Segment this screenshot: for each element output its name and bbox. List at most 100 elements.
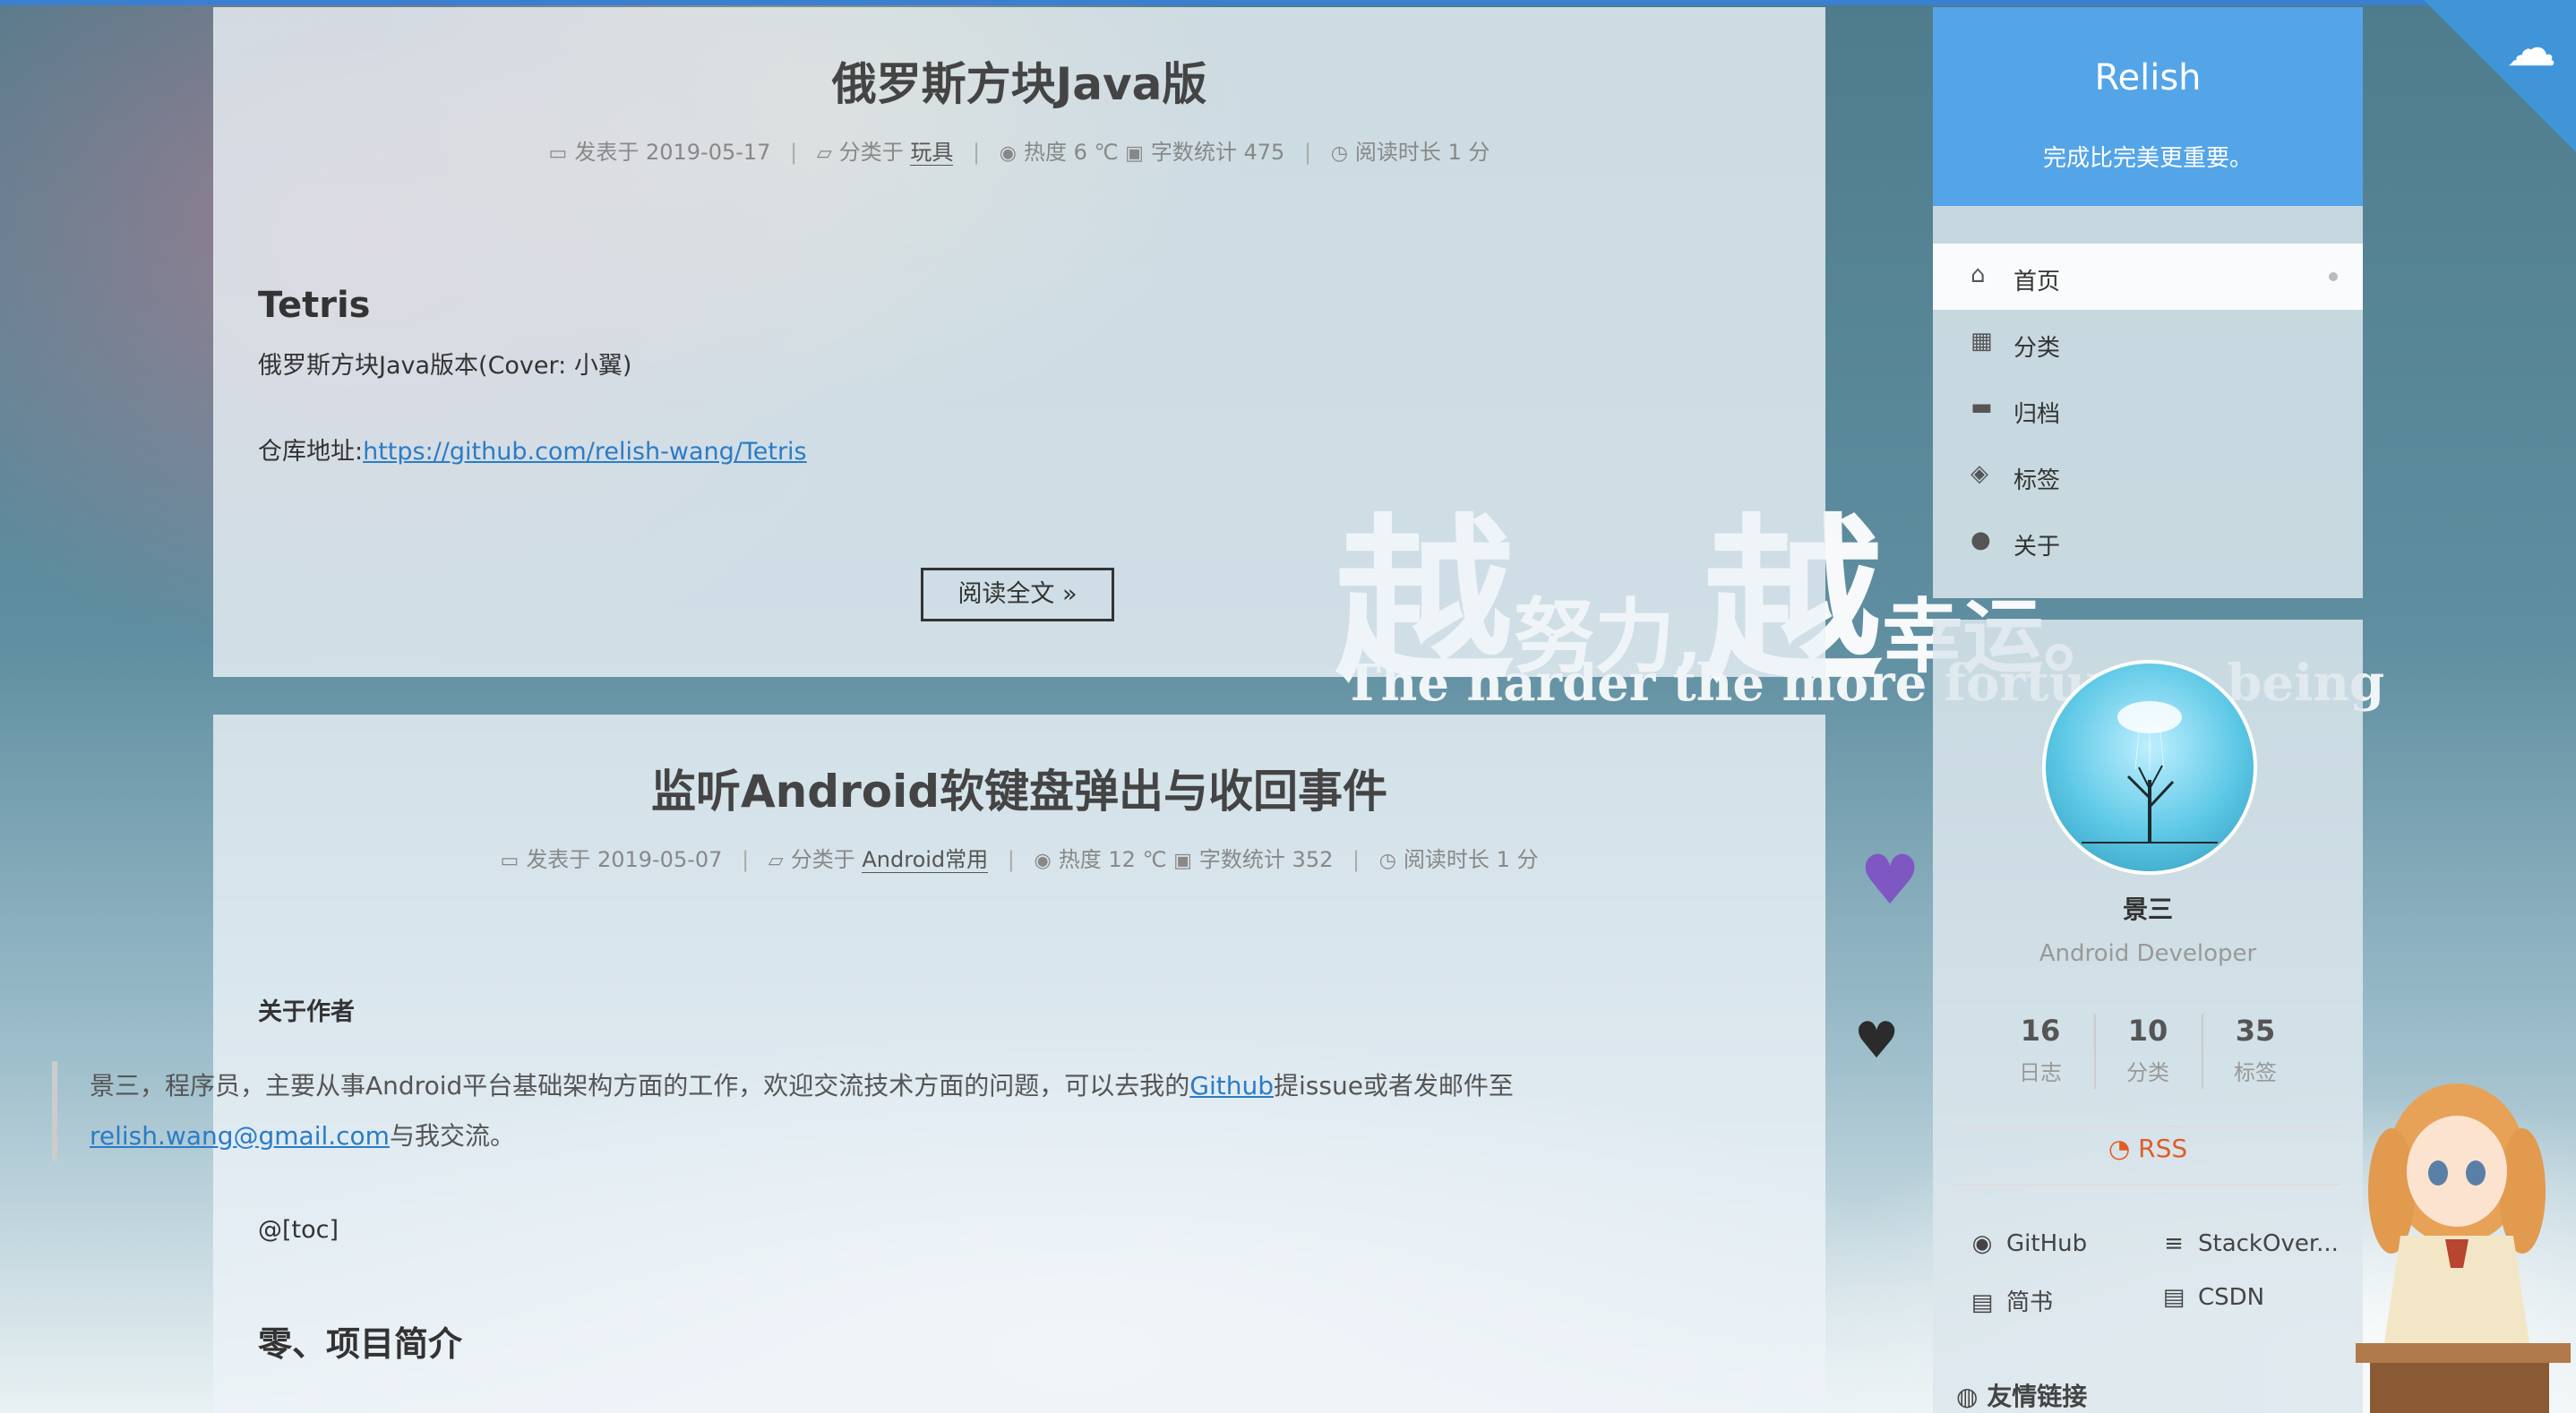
home-icon: ⌂ xyxy=(1971,261,1986,288)
book-icon: ▤ xyxy=(1971,1289,1994,1316)
mascot-girl-image xyxy=(2356,1083,2571,1413)
stat-label: 标签 xyxy=(2234,1060,2277,1085)
stat-number: 16 xyxy=(2020,1014,2061,1048)
menu-label: 标签 xyxy=(2014,467,2061,494)
category-prefix: 分类于 xyxy=(838,140,904,165)
post-heat: 热度 12 ℃ xyxy=(1058,847,1167,872)
menu-item-archives[interactable]: ▬ 归档 xyxy=(1933,376,2363,442)
stat-categories[interactable]: 10 分类 xyxy=(2094,1014,2202,1086)
site-brand[interactable]: Relish xyxy=(1933,57,2363,98)
globe-icon: ◍ xyxy=(1956,1382,1979,1411)
section-title: 零、项目简介 xyxy=(258,1324,463,1364)
clock-icon: ◷ xyxy=(1378,850,1396,872)
menu-item-tags[interactable]: ◈ 标签 xyxy=(1933,442,2363,509)
stat-number: 35 xyxy=(2235,1014,2276,1048)
author-name: 景三 xyxy=(2122,895,2173,924)
folder-icon: ▱ xyxy=(768,850,784,872)
menu-label: 分类 xyxy=(2014,335,2061,362)
avatar xyxy=(2042,660,2257,875)
octocat-icon[interactable]: ☁ xyxy=(2506,20,2556,78)
rss-label: RSS xyxy=(2138,1134,2188,1163)
grid-icon: ▦ xyxy=(1971,328,1993,355)
post-readtime: 阅读时长 1 分 xyxy=(1403,847,1539,872)
stat-posts[interactable]: 16 日志 xyxy=(1987,1014,2094,1086)
about-author-heading: 关于作者 xyxy=(258,998,355,1026)
rss-link[interactable]: ◔ RSS xyxy=(1933,1134,2363,1163)
clock-icon: ◷ xyxy=(1330,142,1348,165)
social-label: StackOver... xyxy=(2198,1230,2339,1257)
post-title[interactable]: 俄罗斯方块Java版 xyxy=(213,48,1825,113)
post-date: 发表于 2019-05-07 xyxy=(526,847,723,872)
post-meta: ▭ 发表于 2019-05-07 | ▱ 分类于 Android常用 | ◉ 热度 1… xyxy=(500,847,1539,873)
author-blockquote: 景三，程序员，主要从事Android平台基础架构方面的工作，欢迎交流技术方面的问… xyxy=(52,1061,1612,1161)
eye-icon: ◉ xyxy=(999,142,1017,165)
post-description: 俄罗斯方块Java版本(Cover: 小翼) xyxy=(258,352,632,380)
post-heat: 热度 6 ℃ xyxy=(1023,140,1119,165)
active-dot xyxy=(2329,272,2338,281)
menu-item-home[interactable]: ⌂ 首页 xyxy=(1933,244,2363,310)
author-role: Android Developer xyxy=(2039,940,2257,967)
sidebar-menu: ⌂ 首页 ▦ 分类 ▬ 归档 ◈ 标签 ● 关于 xyxy=(1933,206,2363,598)
tree-icon xyxy=(2082,701,2218,844)
post-meta: ▭ 发表于 2019-05-17 | ▱ 分类于 玩具 | ◉ 热度 6 ℃ ▣ 字数统… xyxy=(548,140,1490,166)
menu-label: 归档 xyxy=(2014,401,2061,428)
friend-links-label: 友情链接 xyxy=(1987,1382,2088,1411)
divider xyxy=(1954,1184,2341,1186)
quote-text-2: 提issue或者发邮件至 xyxy=(1274,1071,1514,1100)
book-icon: ▤ xyxy=(2162,1284,2185,1311)
category-link[interactable]: Android常用 xyxy=(862,847,989,873)
social-label: GitHub xyxy=(2006,1230,2088,1257)
repo-link[interactable]: https://github.com/relish-wang/Tetris xyxy=(363,438,807,466)
post-date: 发表于 2019-05-17 xyxy=(574,140,771,165)
sidebar-header: Relish 完成比完美更重要。 xyxy=(1933,7,2363,206)
github-link[interactable]: Github xyxy=(1189,1071,1274,1100)
file-word-icon: ▣ xyxy=(1125,142,1144,165)
heart-icon: ♥ xyxy=(1859,840,1921,920)
category-link[interactable]: 玩具 xyxy=(910,140,954,166)
eye-icon: ◉ xyxy=(1034,850,1052,872)
social-link-stackoverflow[interactable]: ≡ StackOver... xyxy=(2160,1230,2339,1257)
stat-label: 分类 xyxy=(2126,1060,2169,1085)
post-wordcount: 字数统计 475 xyxy=(1150,140,1285,165)
file-word-icon: ▣ xyxy=(1173,850,1192,872)
rss-icon: ◔ xyxy=(2108,1134,2131,1163)
social-label: CSDN xyxy=(2198,1284,2265,1311)
social-label: 简书 xyxy=(2006,1289,2054,1316)
toc-marker: @[toc] xyxy=(258,1216,339,1244)
calendar-icon: ▭ xyxy=(548,142,568,165)
stat-tags[interactable]: 35 标签 xyxy=(2202,1014,2309,1086)
menu-item-categories[interactable]: ▦ 分类 xyxy=(1933,310,2363,376)
quote-text-3: 与我交流。 xyxy=(389,1121,515,1151)
post-readtime: 阅读时长 1 分 xyxy=(1354,140,1490,165)
archive-icon: ▬ xyxy=(1971,394,1993,421)
friend-links-heading[interactable]: ◍ 友情链接 xyxy=(1956,1377,2087,1413)
post-wordcount: 字数统计 352 xyxy=(1198,847,1334,872)
social-link-github[interactable]: ◉ GitHub xyxy=(1969,1230,2087,1257)
calendar-icon: ▭ xyxy=(500,850,519,872)
menu-item-about[interactable]: ● 关于 xyxy=(1933,509,2363,575)
quote-text-1: 景三，程序员，主要从事Android平台基础架构方面的工作，欢迎交流技术方面的问… xyxy=(90,1071,1190,1100)
email-link[interactable]: relish.wang@gmail.com xyxy=(90,1121,390,1151)
post-card-tetris: 俄罗斯方块Java版 ▭ 发表于 2019-05-17 | ▱ 分类于 玩具 | ◉… xyxy=(213,7,1825,677)
sidebar-profile: 景三 Android Developer 16 日志 10 分类 35 标签 ◔… xyxy=(1933,620,2363,1413)
tags-icon: ◈ xyxy=(1971,460,1988,487)
menu-label: 关于 xyxy=(2014,534,2061,561)
repo-line: 仓库地址:https://github.com/relish-wang/Tetr… xyxy=(258,432,807,467)
category-prefix: 分类于 xyxy=(790,847,855,872)
social-link-jianshu[interactable]: ▤ 简书 xyxy=(1969,1284,2053,1317)
github-icon: ◉ xyxy=(1971,1230,1993,1257)
post-title[interactable]: 监听Android软键盘弹出与收回事件 xyxy=(213,756,1825,820)
stat-label: 日志 xyxy=(2019,1060,2062,1085)
divider xyxy=(1954,1126,2341,1127)
menu-label: 首页 xyxy=(2014,269,2061,295)
read-more-button[interactable]: 阅读全文 » xyxy=(921,568,1114,621)
heart-icon: ♥ xyxy=(1854,1012,1900,1070)
stackoverflow-icon: ≡ xyxy=(2164,1230,2184,1257)
stat-number: 10 xyxy=(2127,1014,2168,1048)
folder-icon: ▱ xyxy=(816,142,832,165)
social-link-csdn[interactable]: ▤ CSDN xyxy=(2160,1284,2264,1311)
post-heading: Tetris xyxy=(258,285,371,326)
repo-prefix: 仓库地址: xyxy=(258,438,364,466)
top-progress-line xyxy=(0,0,2576,5)
user-icon: ● xyxy=(1971,527,1991,553)
